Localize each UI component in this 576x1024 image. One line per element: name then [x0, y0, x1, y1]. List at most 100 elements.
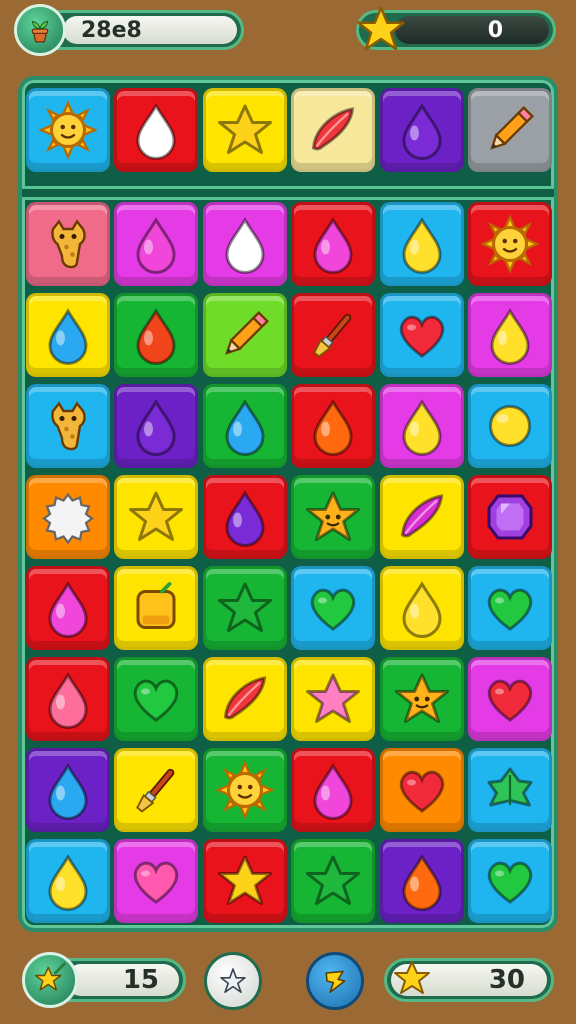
tile-r1-c4-drop-yellow[interactable] [379, 202, 464, 286]
paper-star-icon [220, 968, 246, 993]
star-wand-icon[interactable] [22, 952, 78, 1008]
tile-r4-c2-drop-purple[interactable] [202, 475, 287, 559]
tile-r8-c3-star-green[interactable] [291, 839, 376, 923]
tile-r4-c3-star-smile[interactable] [291, 475, 376, 559]
tile-r3-c4-drop-yellow[interactable] [379, 384, 464, 468]
booster-button[interactable] [306, 952, 364, 1010]
heart-red-icon [392, 760, 452, 820]
tile-r1-c1-drop-magenta[interactable] [114, 202, 199, 286]
tile-r2-c4-heart-red[interactable] [379, 293, 464, 377]
tile-r1-c3-drop-magenta[interactable] [291, 202, 376, 286]
giraffe-icon [38, 396, 98, 456]
tile-r0-c2-star-yellow[interactable] [202, 88, 287, 172]
cloud-icon [38, 487, 98, 547]
drop-white-icon [215, 214, 275, 274]
star-green-icon [215, 578, 275, 638]
sun-icon [38, 100, 98, 160]
target-count: 30 [488, 965, 525, 995]
plant-pot-icon[interactable] [14, 4, 66, 56]
tile-r8-c0-drop-yellow[interactable] [26, 839, 110, 923]
shuffle-button[interactable] [204, 952, 262, 1010]
drop-white-icon [126, 100, 186, 160]
heart-green-icon [480, 578, 540, 638]
drop-yellow-icon [392, 396, 452, 456]
star-smile-icon [392, 669, 452, 729]
tile-r5-c0-drop-magenta[interactable] [26, 566, 110, 650]
tile-r7-c0-drop-blue[interactable] [26, 748, 110, 832]
tile-r3-c5-circle-yellow[interactable] [468, 384, 552, 468]
tile-r6-c4-star-smile[interactable] [379, 657, 464, 741]
tile-r5-c2-star-green[interactable] [202, 566, 287, 650]
star-green-icon [303, 851, 363, 911]
drop-red-icon [126, 305, 186, 365]
tile-r2-c2-pencil[interactable] [202, 293, 287, 377]
tile-r6-c5-heart-red[interactable] [468, 657, 552, 741]
drop-magenta-icon [303, 214, 363, 274]
tile-r0-c0-sun[interactable] [26, 88, 110, 172]
drop-purple-icon [126, 396, 186, 456]
tile-r1-c2-drop-white[interactable] [202, 202, 287, 286]
tile-r3-c3-drop-orange[interactable] [291, 384, 376, 468]
tile-r7-c1-brush[interactable] [114, 748, 199, 832]
tile-r4-c4-leaf-magenta[interactable] [379, 475, 464, 559]
pencil-icon [480, 100, 540, 160]
sun-icon [214, 760, 275, 820]
tile-r8-c1-heart-pink[interactable] [114, 839, 199, 923]
moves-count: 15 [122, 965, 159, 995]
board-divider [22, 186, 554, 200]
tile-r6-c0-drop-pink[interactable] [26, 657, 110, 741]
leaf-red-icon [215, 669, 275, 729]
tile-r8-c2-star-yellow[interactable] [202, 839, 287, 923]
tile-r0-c1-drop-white[interactable] [114, 88, 199, 172]
tile-r5-c3-heart-green[interactable] [291, 566, 376, 650]
star-smile-icon [303, 487, 363, 547]
drop-purple-icon [215, 487, 275, 547]
tile-r6-c3-star-pink[interactable] [291, 657, 376, 741]
tile-r4-c1-star-yellow[interactable] [114, 475, 199, 559]
tile-r0-c3-leaf-red[interactable] [291, 88, 376, 172]
tile-r4-c5-gem[interactable] [468, 475, 552, 559]
drop-blue-icon [215, 396, 275, 456]
tile-r8-c5-heart-green[interactable] [468, 839, 552, 923]
gem-icon [480, 487, 540, 547]
star-yellow-icon [215, 851, 275, 911]
leaf-red-icon [303, 100, 363, 160]
giraffe-icon [38, 214, 98, 274]
heart-green-icon [126, 669, 186, 729]
tile-r3-c0-giraffe[interactable] [26, 384, 110, 468]
tile-r1-c0-giraffe[interactable] [26, 202, 110, 286]
heart-green-icon [480, 851, 540, 911]
leaf-green-icon [480, 760, 540, 820]
heart-red-icon [480, 669, 540, 729]
sun-icon [480, 214, 540, 274]
brush-icon [303, 305, 363, 365]
tile-r8-c4-drop-orange[interactable] [379, 839, 464, 923]
tile-r6-c2-leaf-red[interactable] [202, 657, 287, 741]
tile-r7-c2-sun[interactable] [202, 748, 287, 832]
tile-r5-c5-heart-green[interactable] [468, 566, 552, 650]
drop-yellow-icon [38, 851, 98, 911]
tile-r0-c5-pencil[interactable] [468, 88, 552, 172]
tile-r5-c1-toast[interactable] [114, 566, 199, 650]
drop-yellow-icon [392, 578, 452, 638]
heart-green-icon [303, 578, 363, 638]
tile-r2-c0-drop-blue[interactable] [26, 293, 110, 377]
tile-r2-c1-drop-red[interactable] [114, 293, 199, 377]
drop-blue-icon [38, 305, 98, 365]
star-yellow-icon [126, 487, 186, 547]
tile-r7-c3-drop-magenta[interactable] [291, 748, 376, 832]
tile-r3-c2-drop-blue[interactable] [202, 384, 287, 468]
tile-r7-c5-leaf-green[interactable] [468, 748, 552, 832]
tile-r3-c1-drop-purple[interactable] [114, 384, 199, 468]
tile-r7-c4-heart-red[interactable] [379, 748, 464, 832]
coin-count: 28e8 [81, 17, 142, 43]
tile-r1-c5-sun[interactable] [468, 202, 552, 286]
tile-r4-c0-cloud[interactable] [26, 475, 110, 559]
tile-r2-c5-drop-yellow[interactable] [468, 293, 552, 377]
tile-r2-c3-brush[interactable] [291, 293, 376, 377]
heart-pink-icon [126, 851, 186, 911]
tile-r0-c4-drop-purple[interactable] [379, 88, 464, 172]
tile-r5-c4-drop-yellow[interactable] [379, 566, 464, 650]
star-icon [356, 4, 406, 54]
tile-r6-c1-heart-green[interactable] [114, 657, 199, 741]
